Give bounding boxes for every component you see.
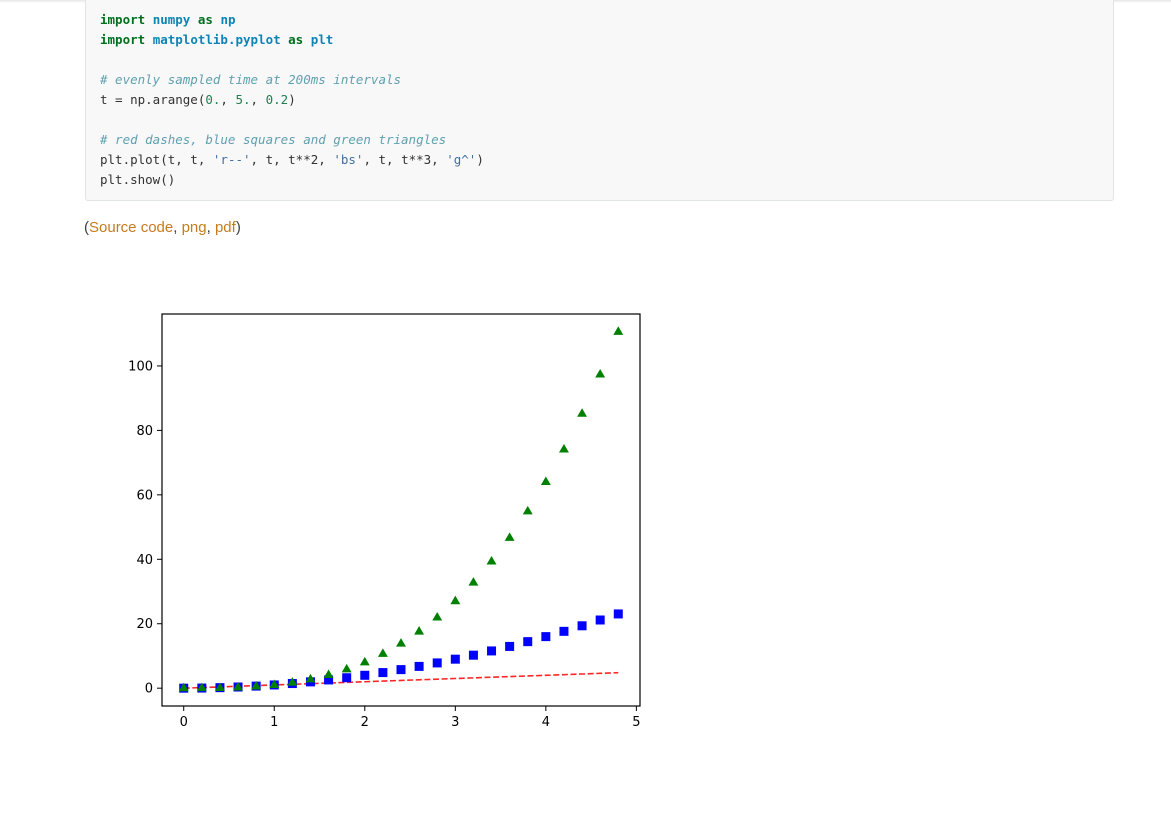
code-string: 'r--' [212, 152, 251, 167]
code-string: 'bs' [333, 152, 364, 167]
plot-area [162, 314, 640, 706]
separator: , [206, 219, 215, 236]
y-tick-label: 100 [128, 359, 153, 374]
code-text: , t, t**3, [363, 152, 447, 167]
data-point-blue-square [541, 632, 551, 642]
code-line-2: import matplotlib.pyplot as plt [100, 30, 1113, 50]
chart-svg: 0 1 2 3 4 5 0 20 40 60 80 100 [128, 313, 641, 730]
code-keyword: as [288, 32, 304, 47]
code-alias: plt [310, 32, 334, 47]
data-point-blue-square [378, 668, 388, 678]
data-point-blue-square [360, 670, 370, 680]
y-tick-label: 40 [136, 553, 153, 568]
source-links: (Source code, png, pdf) [84, 219, 241, 236]
code-text: , [220, 92, 236, 107]
code-string: 'g^' [446, 152, 477, 167]
code-block: import numpy as np import matplotlib.pypl… [85, 0, 1114, 201]
code-keyword: import [100, 32, 146, 47]
x-tick-label: 5 [632, 715, 640, 730]
code-line-1: import numpy as np [100, 10, 1113, 30]
y-tick-label: 80 [136, 424, 153, 439]
code-number: 0.2 [265, 92, 289, 107]
data-point-blue-square [577, 621, 587, 631]
y-tick-label: 0 [145, 682, 153, 697]
data-point-blue-square [613, 609, 623, 619]
separator: , [173, 219, 182, 236]
code-keyword: as [197, 12, 213, 27]
data-point-blue-square [414, 661, 424, 671]
data-point-blue-square [450, 654, 460, 664]
code-line-4: t = np.arange(0., 5., 0.2) [100, 90, 1113, 110]
code-line-7: plt.show() [100, 170, 1113, 190]
x-tick-label: 2 [361, 715, 369, 730]
data-point-blue-square [595, 615, 605, 625]
y-tick-label: 20 [136, 617, 153, 632]
code-comment: # evenly sampled time at 200ms intervals [100, 72, 402, 87]
source-code-link[interactable]: Source code [89, 219, 173, 236]
code-listing: import numpy as np import matplotlib.pypl… [86, 0, 1113, 190]
code-line-5: # red dashes, blue squares and green tri… [100, 130, 1113, 150]
x-tick-label: 3 [451, 715, 459, 730]
code-text: ) [288, 92, 296, 107]
code-text: , [250, 92, 266, 107]
x-tick-label: 1 [270, 715, 278, 730]
data-point-blue-square [523, 637, 533, 647]
code-text: plt.plot(t, t, [100, 152, 213, 167]
y-tick-label: 60 [136, 488, 153, 503]
paren-close: ) [235, 219, 241, 236]
data-point-blue-square [342, 673, 352, 683]
x-tick-label: 4 [542, 715, 550, 730]
code-keyword: import [100, 12, 146, 27]
code-text: ) [476, 152, 484, 167]
data-point-blue-square [468, 650, 478, 660]
data-point-blue-square [559, 626, 569, 636]
code-text: t = np.arange( [100, 92, 206, 107]
code-number: 0. [205, 92, 221, 107]
data-point-blue-square [505, 641, 515, 651]
data-point-blue-square [432, 658, 442, 668]
data-point-blue-square [487, 646, 497, 656]
code-text: , t, t**2, [250, 152, 334, 167]
pdf-link[interactable]: pdf [215, 219, 236, 236]
code-alias: np [220, 12, 236, 27]
png-link[interactable]: png [182, 219, 207, 236]
chart-figure: 0 1 2 3 4 5 0 20 40 60 80 100 [100, 300, 660, 740]
code-line-6: plt.plot(t, t, 'r--', t, t**2, 'bs', t, … [100, 150, 1113, 170]
code-text: plt.show() [100, 172, 176, 187]
x-tick-label: 0 [180, 715, 188, 730]
code-comment: # red dashes, blue squares and green tri… [100, 132, 447, 147]
code-module: numpy [152, 12, 191, 27]
data-point-blue-square [396, 665, 406, 675]
code-line-3: # evenly sampled time at 200ms intervals [100, 70, 1113, 90]
code-number: 5. [235, 92, 251, 107]
code-module: matplotlib.pyplot [152, 32, 281, 47]
